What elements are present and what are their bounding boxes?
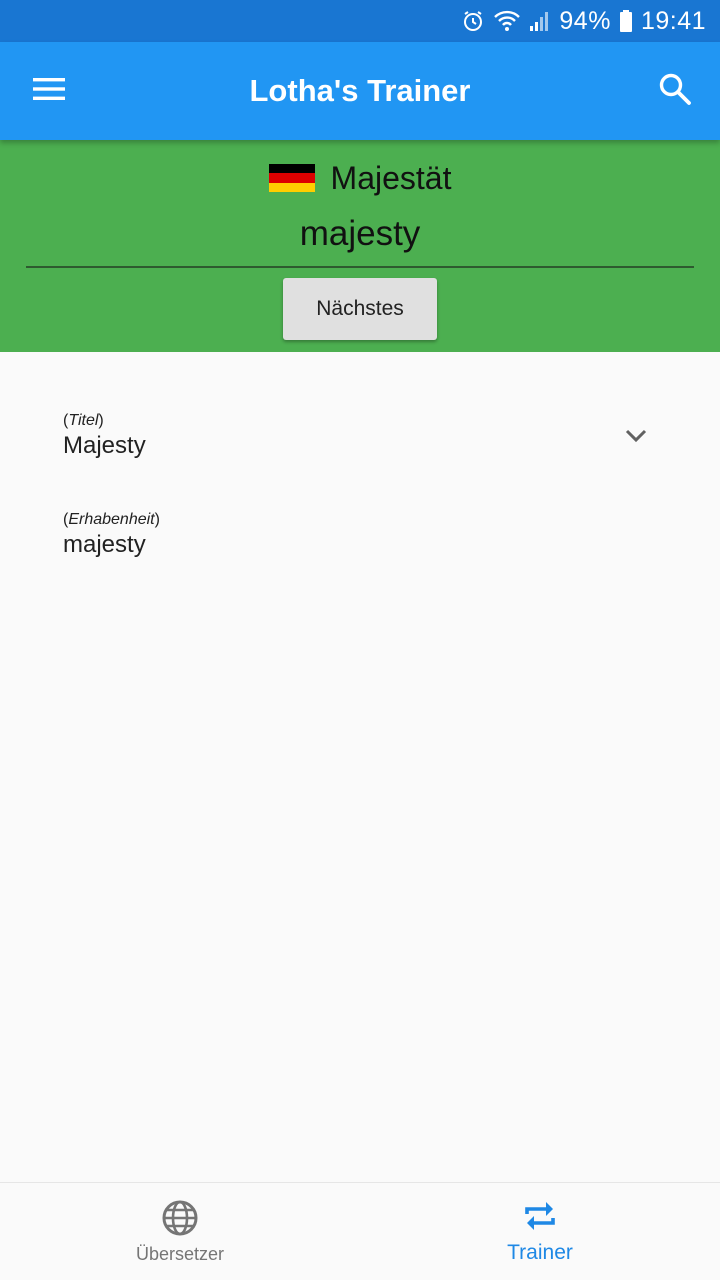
battery-percent: 94%	[559, 6, 611, 35]
battery-icon	[619, 9, 633, 33]
source-word-row: Majestät	[0, 150, 720, 206]
nav-item-translator[interactable]: Übersetzer	[0, 1183, 360, 1280]
menu-icon	[32, 76, 66, 107]
alarm-icon	[461, 9, 485, 33]
quiz-panel: Majestät Nächstes	[0, 140, 720, 352]
globe-icon	[161, 1199, 199, 1242]
next-button[interactable]: Nächstes	[283, 278, 437, 340]
nav-item-trainer[interactable]: Trainer	[360, 1183, 720, 1280]
answer-input[interactable]	[26, 202, 694, 268]
chevron-down-icon	[624, 428, 648, 449]
bottom-navigation: Übersetzer Trainer	[0, 1182, 720, 1280]
repeat-icon	[522, 1198, 558, 1239]
result-item: (Titel) Majesty	[63, 412, 663, 460]
result-hint: (Titel)	[63, 412, 104, 429]
source-word: Majestät	[330, 159, 452, 196]
result-hint: (Erhabenheit)	[63, 511, 160, 528]
status-bar: 94% 19:41	[0, 0, 720, 42]
result-value: Majesty	[63, 432, 146, 459]
clock: 19:41	[640, 6, 706, 35]
signal-icon	[529, 9, 551, 33]
germany-flag-icon	[268, 164, 315, 192]
wifi-icon	[493, 9, 521, 33]
result-item: (Erhabenheit) majesty	[63, 511, 663, 559]
result-value: majesty	[63, 531, 146, 558]
nav-label-translator: Übersetzer	[135, 1243, 225, 1264]
expand-button[interactable]	[616, 422, 656, 454]
menu-button[interactable]	[22, 64, 76, 118]
search-icon	[658, 72, 692, 111]
app-bar: Lotha's Trainer	[0, 42, 720, 140]
search-button[interactable]	[648, 64, 702, 118]
app-title: Lotha's Trainer	[249, 73, 471, 108]
nav-label-trainer: Trainer	[507, 1241, 573, 1264]
